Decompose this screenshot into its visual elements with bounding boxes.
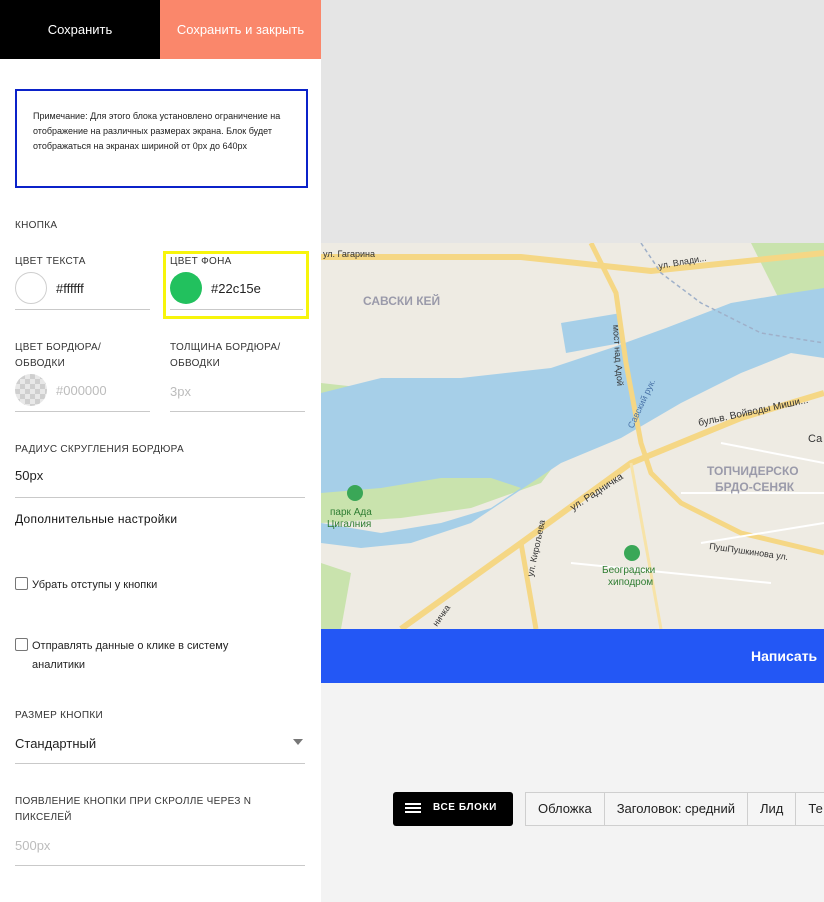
button-section-title: КНОПКА <box>15 220 58 231</box>
hippodrome-icon <box>624 545 640 561</box>
settings-panel: Сохранить Сохранить и закрыть Примечание… <box>0 0 321 902</box>
tab-lead[interactable]: Лид <box>748 793 797 825</box>
display-restriction-note: Примечание: Для этого блока установлено … <box>15 89 308 188</box>
radius-input[interactable]: 50px <box>15 462 305 498</box>
tab-cover[interactable]: Обложка <box>526 793 605 825</box>
border-color-field[interactable]: #000000 <box>15 374 150 412</box>
map-canvas[interactable]: ул. Гагарина ул. Влади... САВСКИ КЕЙ мос… <box>321 243 824 629</box>
scroll-appearance-label: ПОЯВЛЕНИЕ КНОПКИ ПРИ СКРОЛЛЕ ЧЕРЕЗ N ПИК… <box>15 796 252 823</box>
all-blocks-label: ВСЕ БЛОКИ <box>433 802 497 813</box>
send-analytics-text[interactable]: Отправлять данные о клике в систему анал… <box>32 640 228 671</box>
map-label-hippo-1: Београдски <box>602 565 655 576</box>
map-label-hippo-2: хиподром <box>608 577 653 588</box>
save-button[interactable]: Сохранить <box>0 0 160 59</box>
preview-top-area <box>321 0 824 243</box>
button-size-select[interactable]: Стандартный <box>15 730 305 764</box>
remove-padding-checkbox[interactable] <box>15 577 28 590</box>
scroll-pixels-input[interactable]: 500px <box>15 832 305 866</box>
cta-bar: Написать <box>321 629 824 683</box>
tab-text[interactable]: Те <box>796 793 824 825</box>
all-blocks-button[interactable]: ВСЕ БЛОКИ <box>393 792 513 826</box>
text-color-value[interactable]: #ffffff <box>56 281 84 296</box>
border-width-input[interactable]: 3px <box>170 374 305 412</box>
tab-heading-medium[interactable]: Заголовок: средний <box>605 793 749 825</box>
map-label-savski-kej: САВСКИ КЕЙ <box>363 293 440 308</box>
text-color-label: ЦВЕТ ТЕКСТА <box>15 256 86 267</box>
map-label-sa: Са <box>808 433 823 445</box>
map-label-gagarina: ул. Гагарина <box>323 249 375 259</box>
transparent-swatch[interactable] <box>15 374 47 406</box>
map-label-park-2: Цигалния <box>327 519 371 530</box>
border-width-label: ТОЛЩИНА БОРДЮРА/ ОБВОДКИ <box>170 342 281 369</box>
send-analytics-label[interactable]: Отправлять данные о клике в систему анал… <box>32 637 282 675</box>
menu-icon <box>405 803 421 815</box>
note-text: Примечание: Для этого блока установлено … <box>33 111 281 151</box>
map-label-topcider-1: ТОПЧИДЕРСКО <box>707 464 799 478</box>
map-preview[interactable]: ул. Гагарина ул. Влади... САВСКИ КЕЙ мос… <box>321 243 824 629</box>
text-color-swatch[interactable] <box>15 272 47 304</box>
send-analytics-checkbox[interactable] <box>15 638 28 651</box>
extra-settings-heading: Дополнительные настройки <box>15 512 178 526</box>
park-icon <box>347 485 363 501</box>
top-toolbar: Сохранить Сохранить и закрыть <box>0 0 321 59</box>
border-color-placeholder[interactable]: #000000 <box>56 383 107 398</box>
cta-button-label[interactable]: Написать <box>751 648 817 664</box>
remove-padding-label[interactable]: Убрать отступы у кнопки <box>32 576 157 595</box>
button-size-label: РАЗМЕР КНОПКИ <box>15 710 103 721</box>
text-color-field[interactable]: #ffffff <box>15 272 150 310</box>
save-and-close-button[interactable]: Сохранить и закрыть <box>160 0 321 59</box>
map-label-topcider-2: БРДО-СЕНЯК <box>715 480 795 494</box>
radius-label: РАДИУС СКРУГЛЕНИЯ БОРДЮРА <box>15 444 184 455</box>
map-label-park-1: парк Ада <box>330 507 372 518</box>
chevron-down-icon[interactable] <box>293 739 303 745</box>
button-size-value[interactable]: Стандартный <box>15 736 96 751</box>
bg-color-highlight-frame <box>163 251 309 319</box>
border-color-label: ЦВЕТ БОРДЮРА/ ОБВОДКИ <box>15 342 102 369</box>
block-tabs: Обложка Заголовок: средний Лид Те <box>525 792 824 826</box>
